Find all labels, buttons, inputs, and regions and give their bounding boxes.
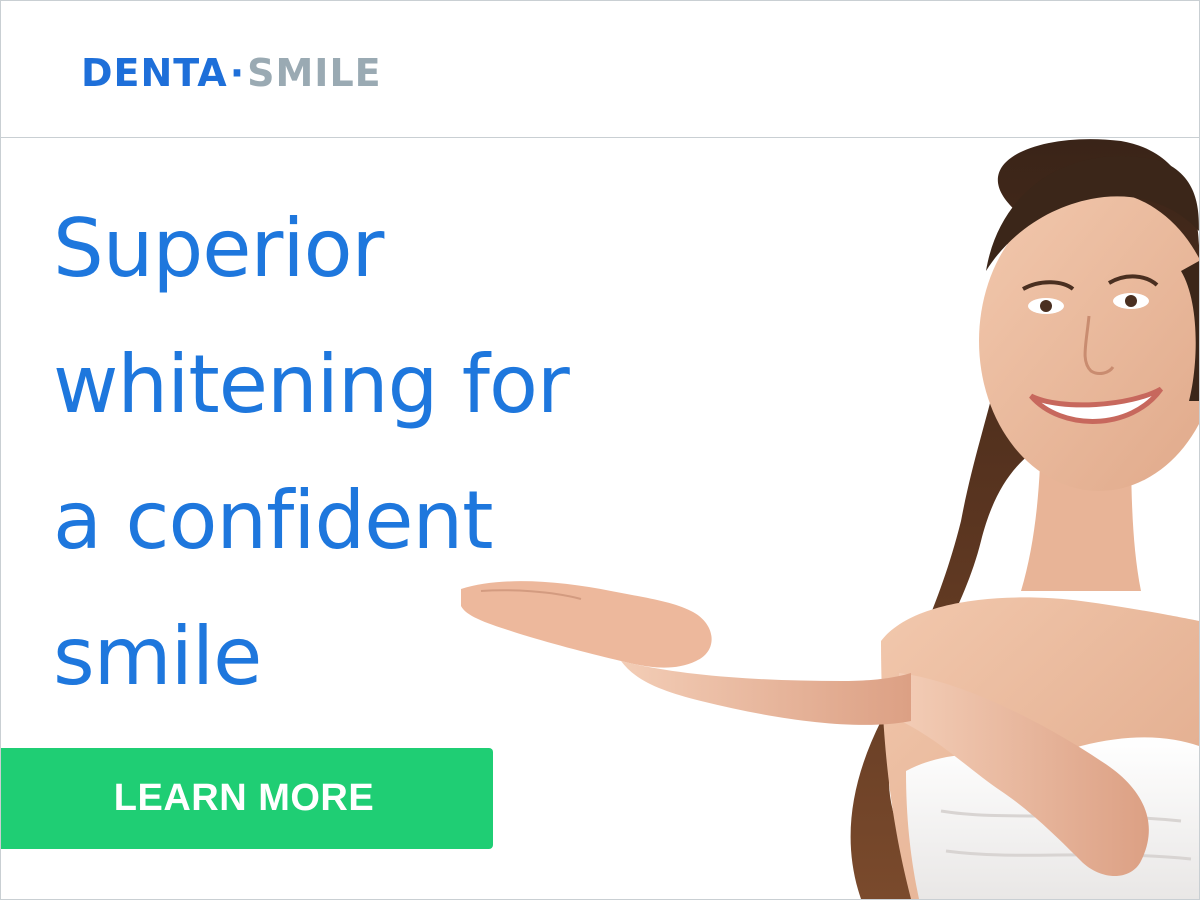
ad-banner: DENTA·SMILE Superior whitening for a con…: [0, 0, 1200, 900]
brand-logo[interactable]: DENTA·SMILE: [81, 49, 382, 97]
logo-part-smile: SMILE: [247, 51, 382, 95]
headline-line: whitening for: [53, 338, 570, 431]
headline-line: Superior: [53, 202, 384, 295]
logo-separator: ·: [229, 51, 246, 95]
logo-part-denta: DENTA: [81, 51, 228, 95]
header: DENTA·SMILE: [1, 1, 1199, 138]
headline-line: a confident: [53, 474, 494, 567]
learn-more-button[interactable]: LEARN MORE: [1, 748, 493, 849]
learn-more-label: LEARN MORE: [113, 777, 375, 819]
headline: Superior whitening for a confident smile: [53, 181, 773, 725]
headline-line: smile: [53, 610, 262, 703]
